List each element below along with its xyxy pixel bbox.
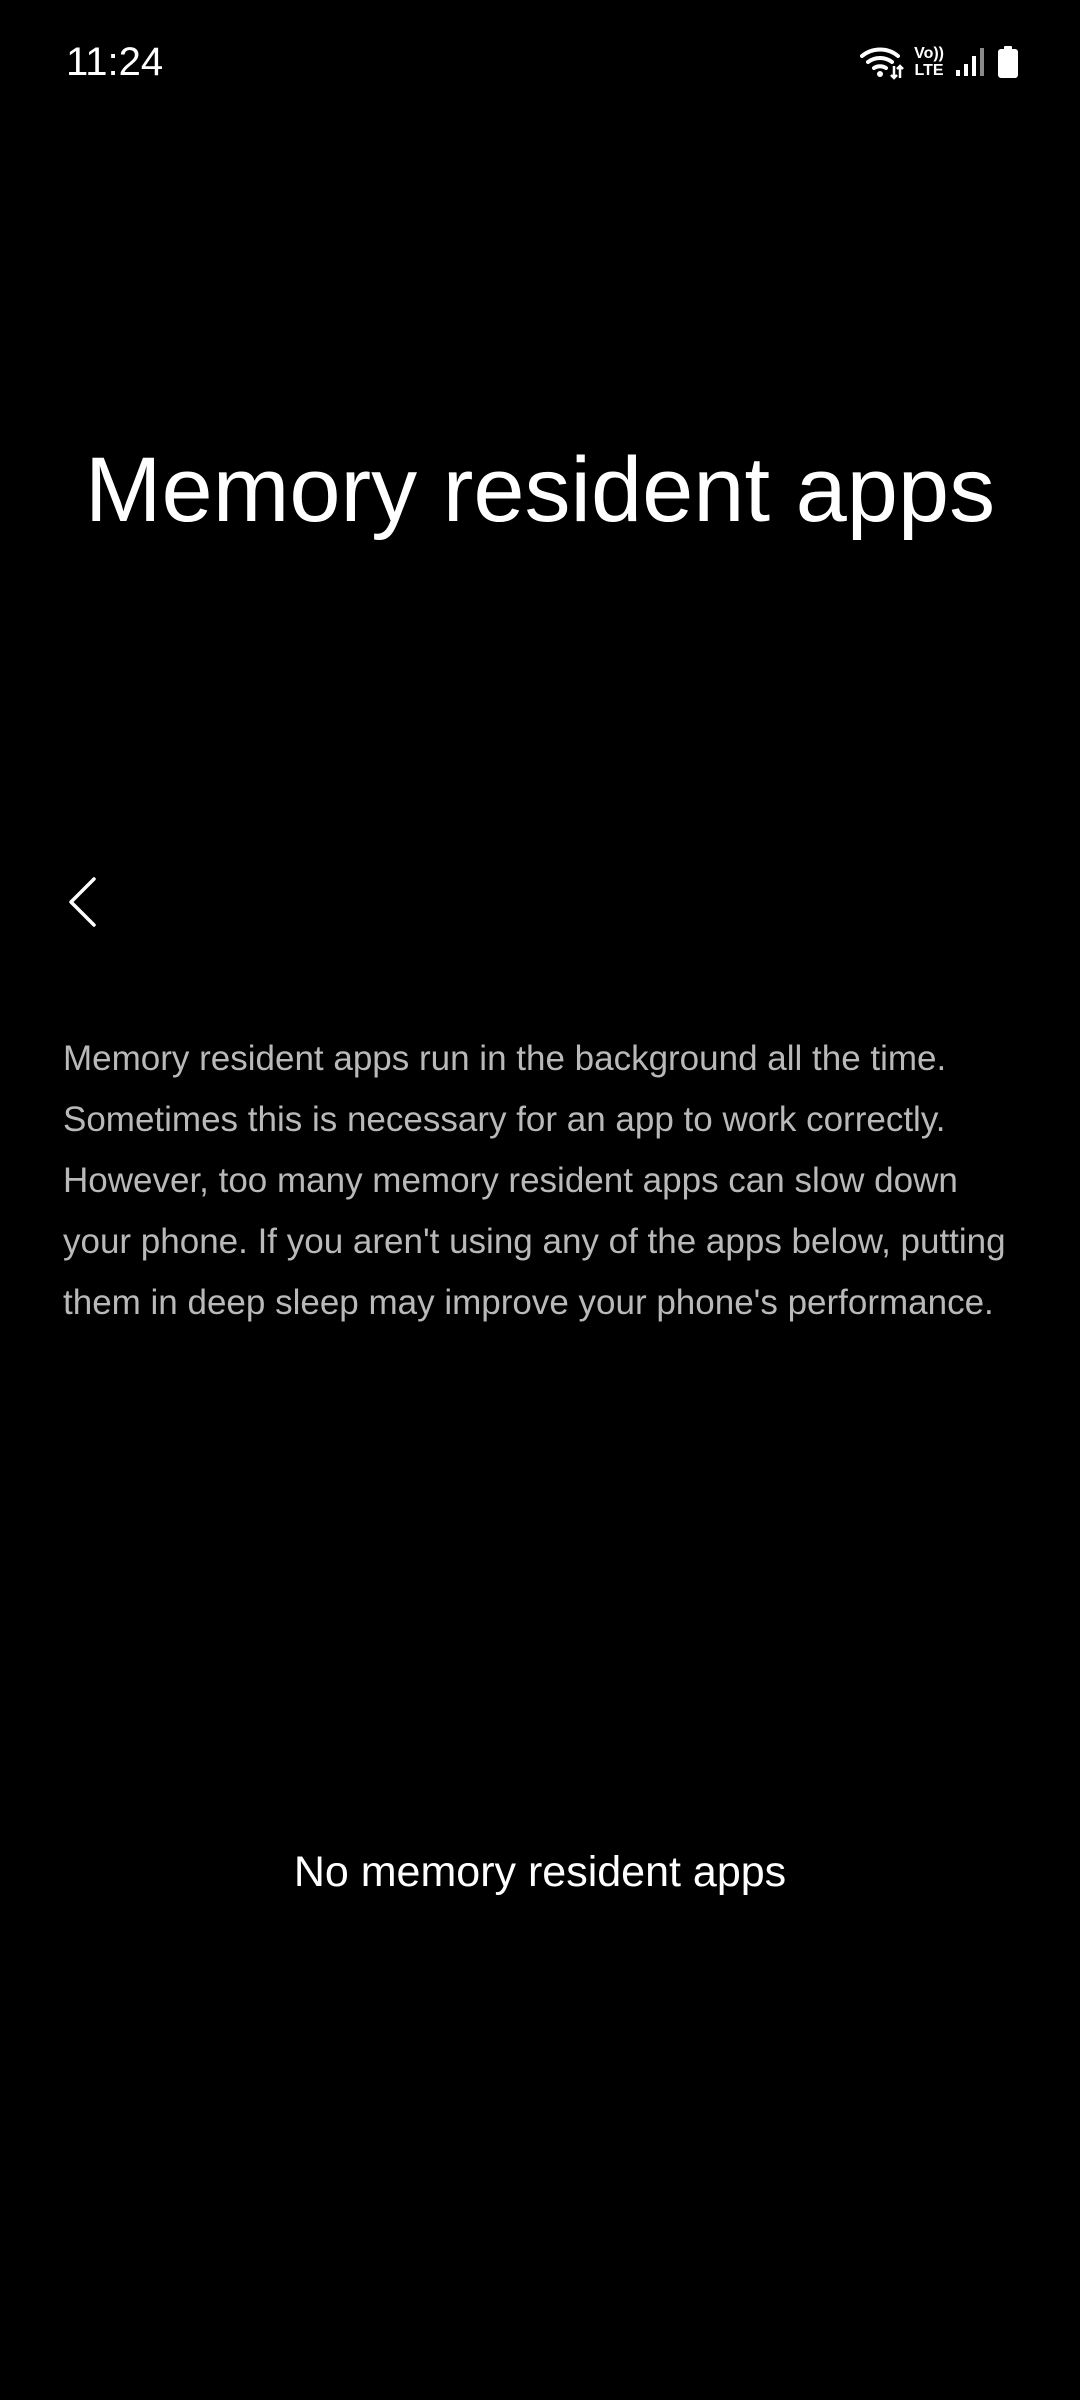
signal-icon — [954, 46, 986, 78]
chevron-left-icon — [66, 876, 98, 933]
volte-top-label: Vo)) — [914, 45, 944, 62]
battery-icon — [996, 45, 1020, 79]
volte-icon: Vo)) LTE — [914, 45, 944, 79]
status-bar: 11:24 Vo)) LTE — [0, 0, 1080, 120]
empty-state-message: No memory resident apps — [293, 1848, 787, 1896]
description-text: Memory resident apps run in the backgrou… — [63, 1039, 1006, 1322]
volte-bottom-label: LTE — [914, 62, 944, 79]
wifi-icon — [860, 44, 904, 80]
back-button[interactable] — [44, 862, 120, 946]
page-title: Memory resident apps — [84, 439, 996, 541]
status-icons: Vo)) LTE — [860, 38, 1020, 86]
status-time: 11:24 — [66, 40, 164, 84]
